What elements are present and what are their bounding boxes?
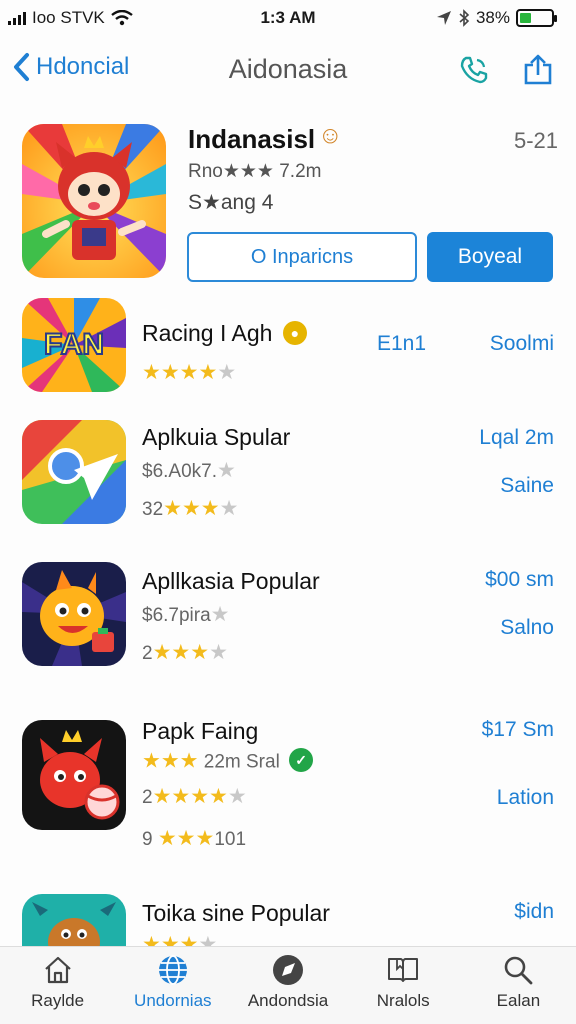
signal-icon <box>8 11 26 25</box>
app-name: Racing I Agh <box>142 320 273 346</box>
tab-bar: Raylde Undornias Andondsia Nralols Ealan <box>0 946 576 1024</box>
app-subtitle: 22m Sral <box>203 751 280 773</box>
rating-stars: ★★★★ <box>163 497 239 520</box>
list-item[interactable]: Aplkuia Spular $6.A0k7.★ 32★★★★ Lqal 2m … <box>22 420 558 530</box>
list-item[interactable]: Toika sine Popular ★★★★ $idn <box>22 894 558 946</box>
compass-icon <box>271 953 305 987</box>
carrier-label: Ioo STVK <box>32 8 105 27</box>
location-icon <box>436 11 451 25</box>
nav-bar: Hdoncial Aidonasia <box>0 40 576 100</box>
app-name: Apllkasia Popular <box>142 568 320 594</box>
globe-icon <box>156 953 190 987</box>
emoji-icon: ☺ <box>318 122 343 149</box>
tab-library[interactable]: Nralols <box>346 947 461 1024</box>
rating-stars: ★★★★★ <box>142 361 237 384</box>
list-item[interactable]: FAN Racing I Agh ● ★★★★★ E1n1 Soolmi <box>22 298 558 394</box>
featured-app-name: Indanasisl <box>188 124 316 154</box>
app-icon <box>22 720 126 830</box>
tab-home[interactable]: Raylde <box>0 947 115 1024</box>
app-downloads-prefix: 9 <box>142 829 153 850</box>
app-price[interactable]: Lqal 2m <box>479 426 554 450</box>
app-price[interactable]: $idn <box>514 900 554 924</box>
list-item[interactable]: Apllkasia Popular $6.7pira★ 2★★★★ $00 sm… <box>22 562 558 672</box>
app-action[interactable]: Soolmi <box>490 332 554 356</box>
call-button[interactable] <box>456 52 492 88</box>
chevron-left-icon <box>14 53 29 81</box>
search-icon <box>501 953 535 987</box>
tab-label: Ealan <box>496 991 541 1010</box>
svg-text:FAN: FAN <box>44 328 104 361</box>
book-icon <box>386 953 420 987</box>
app-icon <box>22 420 126 524</box>
app-name: Papk Faing <box>142 718 259 744</box>
app-subtitle: $6.A0k7. <box>142 461 217 482</box>
app-action[interactable]: Salno <box>500 616 554 640</box>
rating-stars: ★★★★ <box>152 641 228 664</box>
app-name: Aplkuia Spular <box>142 424 291 450</box>
list-item[interactable]: Papk Faing ★★★ 22m Sral ✓ 2★★★★★ 9 ★★★10… <box>22 718 558 858</box>
rating-stars: ★★★ <box>142 749 199 773</box>
app-subtitle: $6.7pira <box>142 605 211 626</box>
bluetooth-icon <box>459 9 470 27</box>
open-button[interactable]: O Inparicns <box>187 232 417 282</box>
rating-stars: ★★★★ <box>142 933 218 946</box>
phone-icon <box>460 56 488 84</box>
featured-app: Indanasisl ☺ 5-21 Rno★★★ 7.2m S★ang 4 O … <box>22 122 562 282</box>
app-downloads: 101 <box>214 829 247 850</box>
tab-label: Nralols <box>376 991 430 1010</box>
tab-label: Andondsia <box>247 991 329 1010</box>
share-button[interactable] <box>520 52 556 88</box>
share-icon <box>524 54 552 85</box>
tab-label: Raylde <box>31 991 85 1010</box>
app-name: Toika sine Popular <box>142 900 330 926</box>
buy-button[interactable]: Boyeal <box>427 232 553 282</box>
back-label: Hdoncial <box>36 53 130 80</box>
back-button[interactable]: Hdoncial <box>12 52 129 82</box>
tab-discover[interactable]: Andondsia <box>230 947 345 1024</box>
verified-badge-icon: ✓ <box>289 748 314 772</box>
battery-percent: 38% <box>475 8 510 27</box>
wifi-icon <box>111 10 133 26</box>
app-price[interactable]: E1n1 <box>377 332 426 356</box>
app-icon: FAN <box>22 298 126 392</box>
home-icon <box>41 953 75 987</box>
featured-app-icon[interactable] <box>22 124 166 278</box>
app-price[interactable]: $00 sm <box>485 568 554 592</box>
tab-search[interactable]: Ealan <box>461 947 576 1024</box>
battery-icon <box>516 9 557 27</box>
tab-label: Undornias <box>134 991 212 1010</box>
app-ratings-count: 32 <box>142 499 164 520</box>
app-ratings-count: 2 <box>142 643 153 664</box>
app-icon <box>22 894 126 946</box>
verified-badge-icon: ● <box>282 321 307 345</box>
app-icon <box>22 562 126 666</box>
featured-subtitle: Rno★★★ 7.2m <box>188 161 322 182</box>
tab-explore[interactable]: Undornias <box>115 947 230 1024</box>
featured-subtitle-2: S★ang 4 <box>188 191 274 214</box>
featured-count: 5-21 <box>513 128 558 153</box>
app-ratings-count: 2 <box>142 787 153 808</box>
app-action[interactable]: Lation <box>497 786 554 810</box>
app-price[interactable]: $17 Sm <box>482 718 554 742</box>
status-bar: Ioo STVK 1:3 AM 38% <box>0 0 576 36</box>
app-action[interactable]: Saine <box>500 474 554 498</box>
